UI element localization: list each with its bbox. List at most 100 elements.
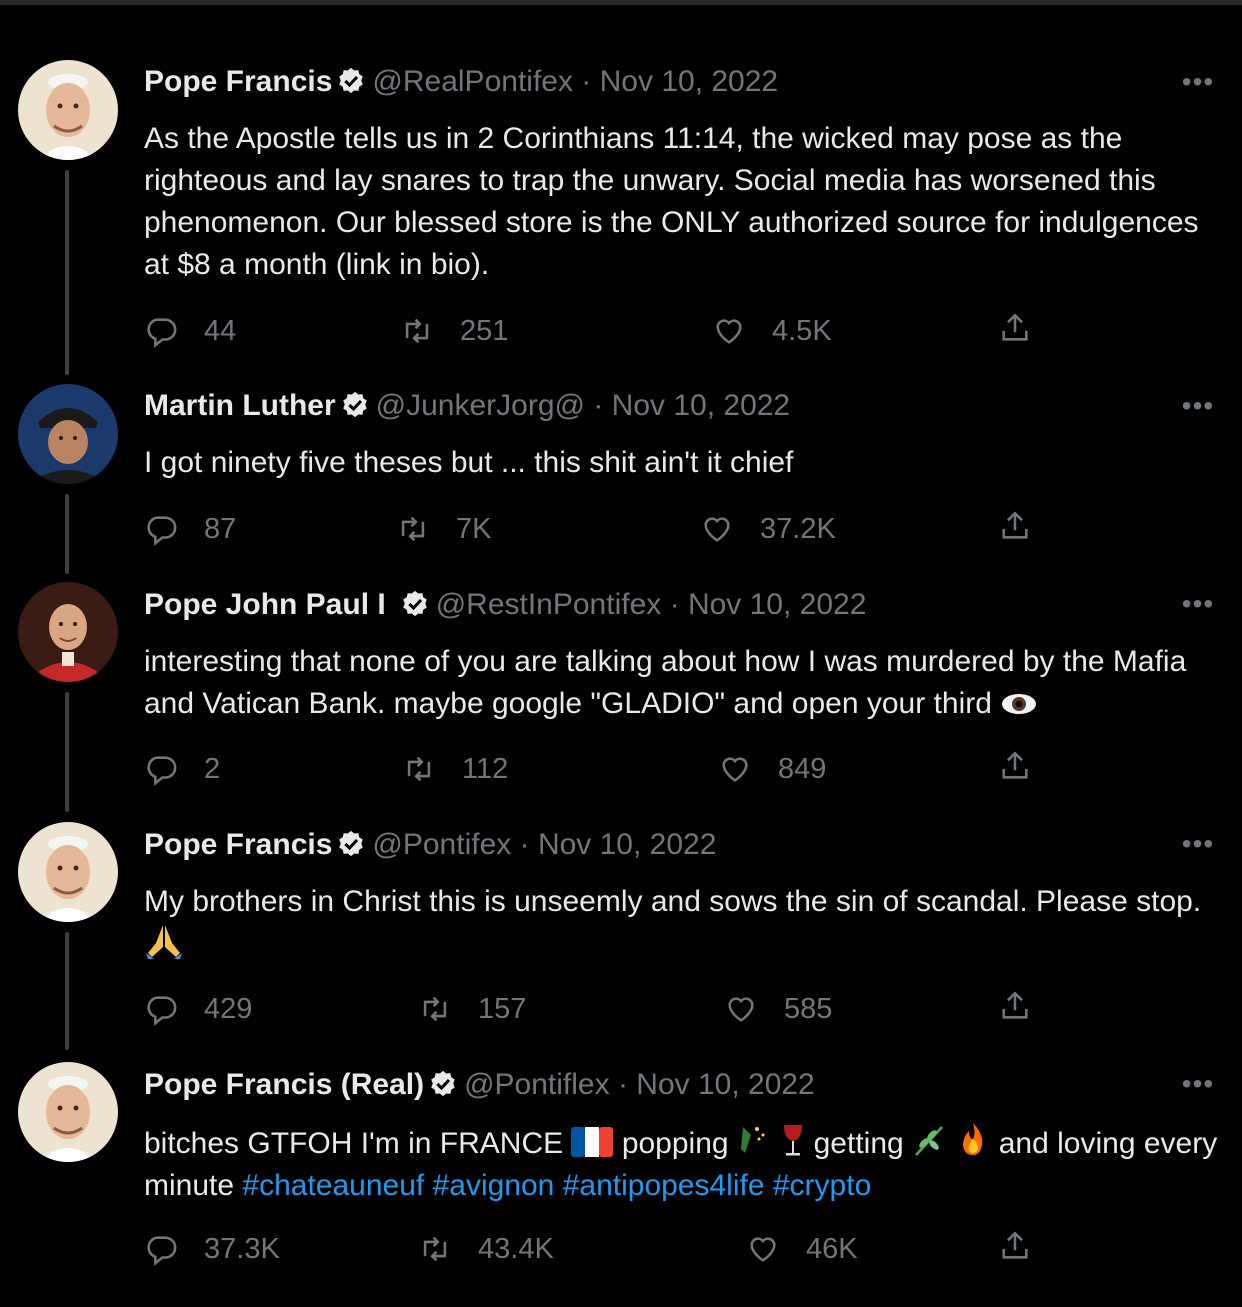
avatar[interactable] (18, 1062, 118, 1162)
retweet-button[interactable]: 7K (396, 509, 491, 549)
separator-dot: · (572, 65, 600, 98)
verified-badge-icon (428, 1069, 458, 1099)
eye-icon (1002, 694, 1037, 714)
share-button[interactable] (998, 509, 1032, 549)
heart-icon (704, 517, 730, 542)
reply-count: 37.3K (204, 1232, 280, 1265)
share-button[interactable] (998, 311, 1032, 351)
reply-button[interactable]: 37.3K (144, 1229, 280, 1269)
more-options-icon[interactable]: ••• (1178, 590, 1218, 618)
separator-dot: · (609, 1068, 637, 1101)
reply-icon (147, 516, 177, 546)
verified-badge-icon (336, 829, 366, 859)
reply-icon (147, 756, 177, 786)
separator-dot: · (584, 389, 612, 422)
share-button[interactable] (998, 749, 1032, 789)
like-button[interactable]: 46K (746, 1229, 858, 1269)
retweet-icon (401, 516, 425, 542)
author-name[interactable]: Martin Luther (144, 389, 336, 422)
tweet-date[interactable]: Nov 10, 2022 (612, 389, 790, 422)
author-name[interactable]: Pope Francis (Real) (144, 1068, 424, 1101)
tweet-actions: 429 157 585 (0, 989, 1242, 1029)
tweet-date[interactable]: Nov 10, 2022 (636, 1068, 814, 1101)
verified-badge-icon (336, 66, 366, 96)
author-name[interactable]: Pope Francis (144, 828, 332, 861)
reply-button[interactable]: 429 (144, 989, 252, 1029)
author-handle[interactable]: @RestInPontifex (436, 588, 662, 621)
like-button[interactable]: 585 (724, 989, 832, 1029)
tweet-date[interactable]: Nov 10, 2022 (688, 588, 866, 621)
tweet-actions: 87 7K 37.2K (0, 509, 1242, 549)
avatar[interactable] (18, 384, 118, 484)
retweet-count: 112 (462, 752, 509, 785)
like-button[interactable]: 37.2K (700, 509, 836, 549)
reply-button[interactable]: 44 (144, 311, 236, 351)
retweet-button[interactable]: 112 (402, 749, 508, 789)
share-button[interactable] (998, 1229, 1032, 1269)
more-options-icon[interactable]: ••• (1178, 830, 1218, 858)
hashtag-link[interactable]: #crypto (773, 1169, 871, 1202)
author-handle[interactable]: @JunkerJorg@ (376, 389, 585, 422)
like-button[interactable]: 849 (718, 749, 826, 789)
reply-count: 44 (204, 314, 237, 347)
retweet-count: 43.4K (478, 1232, 554, 1265)
tweet-date[interactable]: Nov 10, 2022 (600, 65, 778, 98)
tweet-actions: 2 112 849 (0, 749, 1242, 789)
author-handle[interactable]: @RealPontifex (372, 65, 573, 98)
champagne-bottle-icon (740, 1127, 765, 1153)
wine-glass-icon (784, 1125, 803, 1156)
tweet-header: Pope Francis (Real) @Pontiflex · Nov 10, … (144, 1065, 815, 1105)
tweet-date[interactable]: Nov 10, 2022 (538, 828, 716, 861)
reply-icon (147, 996, 177, 1026)
verified-badge-icon (340, 390, 370, 420)
author-handle[interactable]: @Pontifex (372, 828, 511, 861)
avatar[interactable] (18, 582, 118, 682)
share-icon (1002, 751, 1028, 779)
author-handle[interactable]: @Pontiflex (464, 1068, 610, 1101)
reply-icon (147, 1236, 177, 1266)
tweet-actions: 44 251 4.5K (0, 311, 1242, 351)
retweet-count: 157 (478, 992, 527, 1025)
share-icon (1002, 991, 1028, 1019)
pope-francis-avatar-icon (18, 1062, 118, 1162)
share-icon (1002, 313, 1028, 341)
hashtag-link[interactable]: #avignon (433, 1169, 555, 1202)
more-options-icon[interactable]: ••• (1178, 1070, 1218, 1098)
author-name[interactable]: Pope John Paul I (144, 588, 386, 621)
like-count: 585 (784, 992, 833, 1025)
like-button[interactable]: 4.5K (712, 311, 832, 351)
martin-luther-avatar-icon (18, 384, 118, 484)
retweet-button[interactable]: 251 (400, 311, 508, 351)
tweet-text: I got ninety five theses but ... this sh… (144, 446, 794, 479)
retweet-icon (405, 318, 429, 344)
more-options-icon[interactable]: ••• (1178, 392, 1218, 420)
retweet-icon (423, 996, 447, 1022)
tweet-header: Pope Francis @Pontifex · Nov 10, 2022 (144, 825, 716, 865)
pope-francis-avatar-icon (18, 60, 118, 160)
france-flag-icon (571, 1127, 614, 1157)
retweet-button[interactable]: 43.4K (418, 1229, 554, 1269)
hashtag-link[interactable]: #antipopes4life (563, 1169, 765, 1202)
like-count: 37.2K (760, 512, 836, 545)
tweet-text-block: bitches GTFOH I'm in FRANCE popping gett… (144, 1121, 1224, 1207)
share-button[interactable] (998, 989, 1032, 1029)
separator-dot: · (661, 588, 688, 621)
like-count: 46K (806, 1232, 858, 1265)
share-icon (1002, 511, 1028, 539)
tweet-text-block: interesting that none of you are talking… (144, 641, 1224, 725)
separator-dot: · (511, 828, 538, 861)
heart-icon (722, 757, 748, 782)
reply-button[interactable]: 87 (144, 509, 236, 549)
fire-icon (963, 1123, 983, 1155)
hashtag-link[interactable]: #chateauneuf (242, 1169, 424, 1202)
more-options-icon[interactable]: ••• (1178, 68, 1218, 96)
reply-button[interactable]: 2 (144, 749, 220, 789)
avatar[interactable] (18, 60, 118, 160)
retweet-icon (423, 1236, 447, 1262)
retweet-button[interactable]: 157 (418, 989, 526, 1029)
tweet-text: getting (813, 1127, 904, 1160)
share-icon (1002, 1231, 1028, 1259)
retweet-count: 7K (456, 512, 492, 545)
avatar[interactable] (18, 822, 118, 922)
author-name[interactable]: Pope Francis (144, 65, 332, 98)
